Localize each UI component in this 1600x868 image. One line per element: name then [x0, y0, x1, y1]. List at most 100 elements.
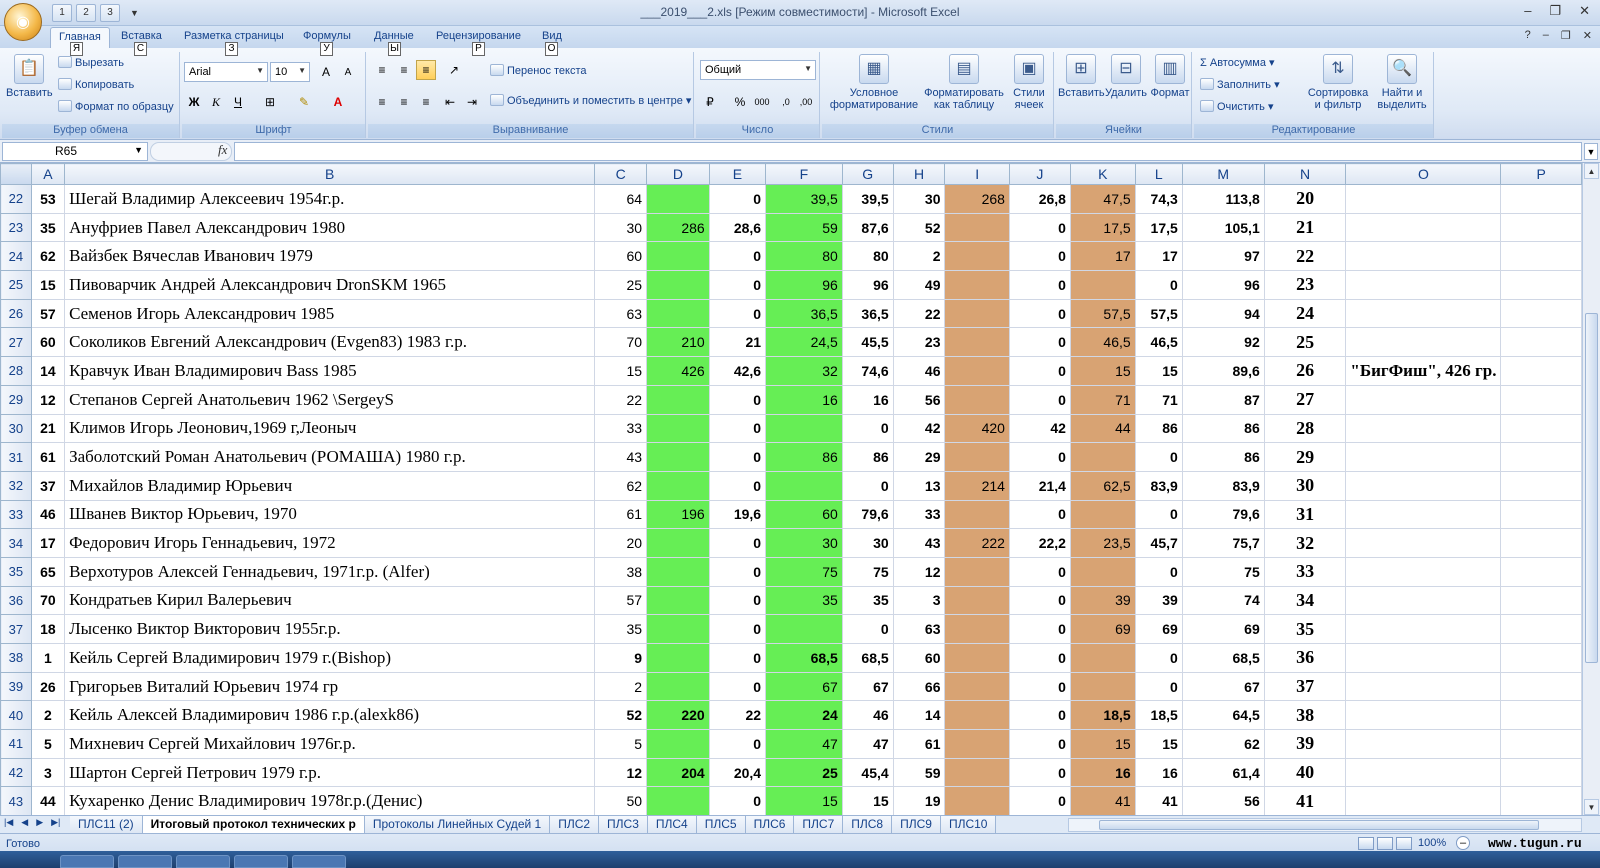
- cell-l[interactable]: 15: [1134, 356, 1183, 386]
- cell-k[interactable]: 62,5: [1069, 470, 1136, 501]
- column-header-o[interactable]: O: [1345, 163, 1502, 185]
- prev-sheet-icon[interactable]: ◀: [21, 817, 28, 828]
- cell-p[interactable]: [1500, 241, 1582, 272]
- cell-o[interactable]: [1345, 643, 1502, 673]
- font-size-combo[interactable]: 10 ▼: [270, 62, 310, 82]
- cell-k[interactable]: 17,5: [1069, 212, 1136, 243]
- cell-n[interactable]: 41: [1263, 786, 1347, 815]
- cell-l[interactable]: 71: [1134, 384, 1183, 415]
- cell-j[interactable]: 22,2: [1008, 528, 1071, 558]
- cell-h[interactable]: 22: [892, 298, 946, 329]
- cell-a[interactable]: 60: [30, 327, 66, 358]
- cell-i[interactable]: 214: [944, 470, 1010, 501]
- merge-center-button[interactable]: Объединить и поместить в центре ▾: [490, 94, 691, 107]
- cell-b[interactable]: Кейль Алексей Владимирович 1986 г.р.(ale…: [64, 700, 596, 731]
- cell-k[interactable]: [1069, 643, 1136, 673]
- cell-a[interactable]: 70: [30, 585, 66, 616]
- format-as-table-button[interactable]: ▤ Форматировать как таблицу: [922, 54, 1006, 111]
- shrink-font-button[interactable]: A: [338, 62, 358, 82]
- next-sheet-icon[interactable]: ▶: [36, 817, 43, 828]
- cell-n[interactable]: 21: [1263, 212, 1347, 243]
- cell-c[interactable]: 5: [594, 729, 648, 759]
- cell-e[interactable]: 22: [708, 700, 767, 731]
- cell-m[interactable]: 94: [1181, 298, 1265, 329]
- cell-i[interactable]: 420: [944, 413, 1010, 444]
- cell-e[interactable]: 0: [708, 384, 767, 415]
- cell-f[interactable]: [765, 614, 843, 644]
- cell-h[interactable]: 23: [892, 327, 946, 358]
- cell-i[interactable]: [944, 241, 1010, 272]
- cell-i[interactable]: [944, 442, 1010, 472]
- cell-e[interactable]: 0: [708, 413, 767, 444]
- cell-a[interactable]: 18: [30, 614, 66, 644]
- zoom-out-icon[interactable]: –: [1456, 836, 1470, 850]
- cell-p[interactable]: [1500, 556, 1582, 587]
- cell-n[interactable]: 24: [1263, 298, 1347, 329]
- cell-i[interactable]: [944, 384, 1010, 415]
- column-header-c[interactable]: C: [594, 163, 648, 185]
- cell-b[interactable]: Вайзбек Вячеслав Иванович 1979: [64, 241, 596, 272]
- cell-p[interactable]: [1500, 499, 1582, 530]
- cut-button[interactable]: Вырезать: [58, 56, 124, 69]
- sort-filter-button[interactable]: ⇅ Сортировка и фильтр: [1306, 54, 1370, 111]
- cell-o[interactable]: "БигФиш", 426 гр.: [1345, 356, 1502, 386]
- cell-b[interactable]: Кухаренко Денис Владимирович 1978г.р.(Де…: [64, 786, 596, 815]
- column-header-p[interactable]: P: [1500, 163, 1582, 185]
- copy-button[interactable]: Копировать: [58, 78, 134, 91]
- cell-b[interactable]: Кондратьев Кирил Валерьевич: [64, 585, 596, 616]
- cell-b[interactable]: Кейль Сергей Владимирович 1979 г.(Bishop…: [64, 643, 596, 673]
- cell-n[interactable]: 32: [1263, 528, 1347, 558]
- cell-b[interactable]: Григорьев Виталий Юрьевич 1974 гр: [64, 671, 596, 702]
- fill-button[interactable]: Заполнить ▾: [1200, 78, 1280, 91]
- cell-a[interactable]: 21: [30, 413, 66, 444]
- cell-p[interactable]: [1500, 729, 1582, 759]
- row-header[interactable]: 40: [0, 700, 32, 731]
- taskbar-item[interactable]: [234, 855, 288, 868]
- taskbar-item[interactable]: [60, 855, 114, 868]
- cell-j[interactable]: 42: [1008, 413, 1071, 444]
- cell-a[interactable]: 61: [30, 442, 66, 472]
- row-header[interactable]: 41: [0, 729, 32, 759]
- cell-m[interactable]: 89,6: [1181, 356, 1265, 386]
- cell-i[interactable]: [944, 298, 1010, 329]
- cell-c[interactable]: 63: [594, 298, 648, 329]
- cell-o[interactable]: [1345, 212, 1502, 243]
- cell-b[interactable]: Соколиков Евгений Александрович (Evgen83…: [64, 327, 596, 358]
- thousands-button[interactable]: 000: [752, 92, 772, 112]
- cell-d[interactable]: [646, 643, 710, 673]
- cell-h[interactable]: 49: [892, 270, 946, 300]
- cell-h[interactable]: 46: [892, 356, 946, 386]
- cell-p[interactable]: [1500, 585, 1582, 616]
- cell-b[interactable]: Пивоварчик Андрей Александрович DronSKM …: [64, 270, 596, 300]
- tab-page-layout[interactable]: Разметка страницы: [184, 30, 284, 42]
- row-header[interactable]: 22: [0, 184, 32, 214]
- tab-data[interactable]: Данные: [374, 30, 414, 42]
- cell-j[interactable]: 0: [1008, 556, 1071, 587]
- cell-a[interactable]: 15: [30, 270, 66, 300]
- column-header-k[interactable]: K: [1069, 163, 1136, 185]
- column-header-a[interactable]: A: [30, 163, 66, 185]
- column-header-j[interactable]: J: [1008, 163, 1071, 185]
- cell-l[interactable]: 83,9: [1134, 470, 1183, 501]
- cell-h[interactable]: 3: [892, 585, 946, 616]
- cell-c[interactable]: 20: [594, 528, 648, 558]
- scroll-up-icon[interactable]: ▲: [1584, 163, 1599, 179]
- cell-c[interactable]: 33: [594, 413, 648, 444]
- cell-j[interactable]: 0: [1008, 643, 1071, 673]
- cell-j[interactable]: 21,4: [1008, 470, 1071, 501]
- cell-p[interactable]: [1500, 270, 1582, 300]
- cell-h[interactable]: 59: [892, 757, 946, 788]
- row-header[interactable]: 26: [0, 298, 32, 329]
- cell-n[interactable]: 38: [1263, 700, 1347, 731]
- cell-l[interactable]: 0: [1134, 671, 1183, 702]
- cell-o[interactable]: [1345, 700, 1502, 731]
- cell-g[interactable]: 67: [841, 671, 894, 702]
- cell-j[interactable]: 0: [1008, 356, 1071, 386]
- cell-l[interactable]: 16: [1134, 757, 1183, 788]
- cell-i[interactable]: [944, 556, 1010, 587]
- cell-e[interactable]: 0: [708, 241, 767, 272]
- cell-o[interactable]: [1345, 786, 1502, 815]
- cell-l[interactable]: 46,5: [1134, 327, 1183, 358]
- row-header[interactable]: 31: [0, 442, 32, 472]
- cell-j[interactable]: 0: [1008, 499, 1071, 530]
